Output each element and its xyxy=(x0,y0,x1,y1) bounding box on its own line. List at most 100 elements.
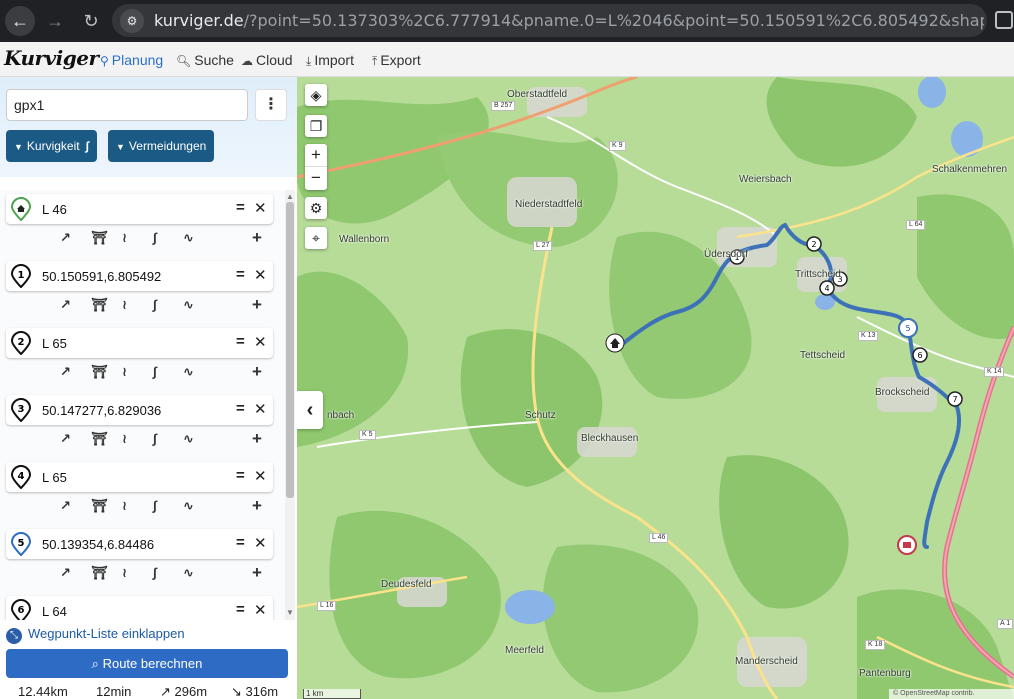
add-waypoint-icon[interactable]: + xyxy=(252,228,262,248)
back-icon[interactable]: ← xyxy=(5,6,35,36)
add-waypoint-icon[interactable]: + xyxy=(252,563,262,583)
map-view[interactable]: 1 2 3 4 5 6 7 Oberstadtfeld Niederstadtf… xyxy=(297,77,1014,699)
curvy-icon[interactable]: ≀ xyxy=(122,364,127,380)
scroll-up-icon[interactable]: ▲ xyxy=(285,192,295,201)
highway-icon[interactable]: ⛩ xyxy=(91,364,108,380)
waypoint-row[interactable]: 4 L 65 = ✕ xyxy=(6,462,273,492)
extra-curvy-icon[interactable]: ∫ xyxy=(153,565,157,580)
overlay-button[interactable]: ❐ xyxy=(305,115,327,137)
url-text[interactable]: kurviger.de/?point=50.137303%2C6.777914&… xyxy=(154,11,984,30)
collapse-waypoints-link[interactable]: ⤡ Wegpunkt-Liste einklappen xyxy=(6,626,185,644)
waypoint-label[interactable]: L 46 xyxy=(42,202,67,217)
reload-icon[interactable]: ↻ xyxy=(76,6,106,36)
scroll-thumb[interactable] xyxy=(286,202,294,498)
remove-waypoint-icon[interactable]: ✕ xyxy=(254,266,267,284)
menu-cloud[interactable]: ☁ Cloud xyxy=(241,52,293,68)
waypoint-row[interactable]: 2 L 65 = ✕ xyxy=(6,328,273,358)
remove-waypoint-icon[interactable]: ✕ xyxy=(254,400,267,418)
menu-export[interactable]: ⤒ Export xyxy=(372,52,421,69)
zoom-out-button[interactable]: − xyxy=(305,167,327,190)
waypoint-label[interactable]: 50.147277,6.829036 xyxy=(42,403,161,418)
highway-icon[interactable]: ⛩ xyxy=(91,230,108,246)
drag-handle-icon[interactable]: = xyxy=(236,601,245,618)
kurviger-logo[interactable]: Kurviger xyxy=(4,46,99,70)
waypoint-row[interactable]: 5 50.139354,6.84486 = ✕ xyxy=(6,529,273,559)
highway-icon[interactable]: ⛩ xyxy=(91,431,108,447)
extra-curvy-icon[interactable]: ∫ xyxy=(153,431,157,446)
fastest-icon[interactable]: ↗ xyxy=(60,297,71,313)
layers-button[interactable]: ◈ xyxy=(305,84,327,106)
app-toolbar: Kurviger ⚲ Planung 🔍︎ Suche ☁ Cloud ⤓ Import… xyxy=(0,42,1014,77)
fastest-icon[interactable]: ↗ xyxy=(60,498,71,514)
waypoint-row[interactable]: 6 L 64 = ✕ xyxy=(6,596,273,620)
settings-button[interactable]: ⚙ xyxy=(305,197,327,219)
drag-handle-icon[interactable]: = xyxy=(236,400,245,417)
road-label: K 13 xyxy=(858,331,879,341)
highway-icon[interactable]: ⛩ xyxy=(91,565,108,581)
extra-curvy-icon[interactable]: ∫ xyxy=(153,498,157,513)
super-curvy-icon[interactable]: ∿ xyxy=(183,364,194,380)
waypoint-row[interactable]: 3 50.147277,6.829036 = ✕ xyxy=(6,395,273,425)
super-curvy-icon[interactable]: ∿ xyxy=(183,230,194,246)
drag-handle-icon[interactable]: = xyxy=(236,266,245,283)
waypoint-label[interactable]: 50.139354,6.84486 xyxy=(42,537,154,552)
remove-waypoint-icon[interactable]: ✕ xyxy=(254,601,267,619)
highway-icon[interactable]: ⛩ xyxy=(91,498,108,514)
map-attribution[interactable]: © OpenStreetMap contrib. xyxy=(889,689,1014,699)
waypoint-list[interactable]: L 46 = ✕ ↗ ⛩ ≀ ∫ ∿ +1 50.150591,6.805492 = ✕ ↗ ⛩ ≀ ∫ ∿ +2… xyxy=(0,190,285,620)
waypoint-list-scrollbar[interactable]: ▲ ▼ xyxy=(285,190,295,620)
extra-curvy-icon[interactable]: ∫ xyxy=(153,297,157,312)
curvy-icon[interactable]: ≀ xyxy=(122,431,127,447)
fastest-icon[interactable]: ↗ xyxy=(60,230,71,246)
locate-button[interactable]: ⌖ xyxy=(305,227,327,249)
window-icon[interactable] xyxy=(995,11,1013,29)
site-info-icon[interactable]: ⚙ xyxy=(120,9,144,33)
super-curvy-icon[interactable]: ∿ xyxy=(183,297,194,313)
curvy-icon[interactable]: ≀ xyxy=(122,230,127,246)
remove-waypoint-icon[interactable]: ✕ xyxy=(254,333,267,351)
waypoint-row[interactable]: 1 50.150591,6.805492 = ✕ xyxy=(6,261,273,291)
drag-handle-icon[interactable]: = xyxy=(236,534,245,551)
more-options-button[interactable]: ⋮ xyxy=(255,89,287,121)
super-curvy-icon[interactable]: ∿ xyxy=(183,565,194,581)
menu-suche[interactable]: 🔍︎ Suche xyxy=(176,52,234,68)
route-name-input[interactable] xyxy=(6,89,248,121)
menu-import[interactable]: ⤓ Import xyxy=(306,52,354,69)
calculate-route-button[interactable]: ⌕ Route berechnen xyxy=(6,649,288,678)
add-waypoint-icon[interactable]: + xyxy=(252,295,262,315)
curviness-button[interactable]: ▼ Kurvigkeit ∫ xyxy=(6,130,97,162)
fastest-icon[interactable]: ↗ xyxy=(60,364,71,380)
remove-waypoint-icon[interactable]: ✕ xyxy=(254,467,267,485)
add-waypoint-icon[interactable]: + xyxy=(252,362,262,382)
drag-handle-icon[interactable]: = xyxy=(236,467,245,484)
add-waypoint-icon[interactable]: + xyxy=(252,496,262,516)
curvy-icon[interactable]: ≀ xyxy=(122,297,127,313)
forward-icon[interactable]: → xyxy=(40,6,70,36)
extra-curvy-icon[interactable]: ∫ xyxy=(153,230,157,245)
super-curvy-icon[interactable]: ∿ xyxy=(183,498,194,514)
waypoint-row[interactable]: L 46 = ✕ xyxy=(6,194,273,224)
extra-curvy-icon[interactable]: ∫ xyxy=(153,364,157,379)
address-bar[interactable]: ⚙ kurviger.de/?point=50.137303%2C6.77791… xyxy=(112,4,987,37)
waypoint-label[interactable]: L 65 xyxy=(42,470,67,485)
super-curvy-icon[interactable]: ∿ xyxy=(183,431,194,447)
menu-planung[interactable]: ⚲ Planung xyxy=(100,52,163,68)
highway-icon[interactable]: ⛩ xyxy=(91,297,108,313)
avoidances-button[interactable]: ▼ Vermeidungen xyxy=(108,130,215,162)
waypoint-label[interactable]: L 65 xyxy=(42,336,67,351)
scroll-down-icon[interactable]: ▼ xyxy=(285,608,295,617)
curvy-icon[interactable]: ≀ xyxy=(122,498,127,514)
home-marker-icon xyxy=(10,197,32,221)
curvy-icon[interactable]: ≀ xyxy=(122,565,127,581)
fastest-icon[interactable]: ↗ xyxy=(60,431,71,447)
drag-handle-icon[interactable]: = xyxy=(236,333,245,350)
toggle-sidebar-button[interactable]: ‹ xyxy=(297,391,323,429)
add-waypoint-icon[interactable]: + xyxy=(252,429,262,449)
zoom-in-button[interactable]: + xyxy=(305,144,327,167)
remove-waypoint-icon[interactable]: ✕ xyxy=(254,199,267,217)
waypoint-label[interactable]: 50.150591,6.805492 xyxy=(42,269,161,284)
remove-waypoint-icon[interactable]: ✕ xyxy=(254,534,267,552)
drag-handle-icon[interactable]: = xyxy=(236,199,245,216)
fastest-icon[interactable]: ↗ xyxy=(60,565,71,581)
waypoint-label[interactable]: L 64 xyxy=(42,604,67,619)
